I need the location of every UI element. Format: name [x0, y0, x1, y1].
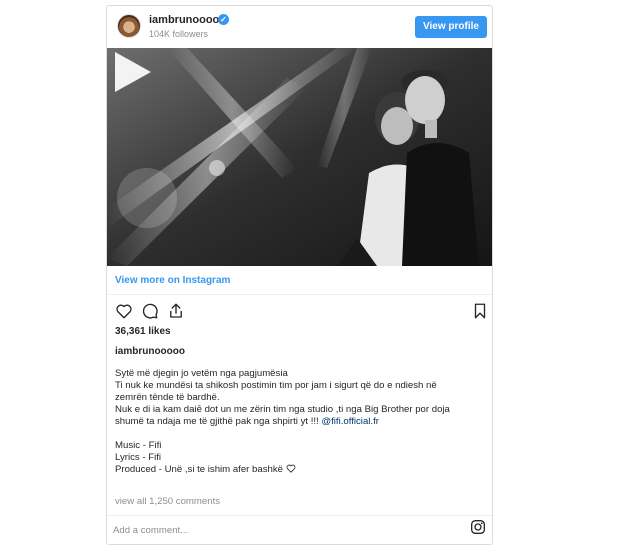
caption-line: Nuk e di ia kam daiē dot un me zërin tim…: [115, 404, 450, 415]
username[interactable]: iambrunooooo: [149, 14, 226, 26]
play-icon[interactable]: [107, 48, 155, 96]
avatar[interactable]: [117, 14, 141, 38]
post-owner[interactable]: iambrunooooo: [115, 346, 185, 357]
heart-icon[interactable]: [115, 302, 133, 320]
follower-count: 104K followers: [149, 29, 209, 39]
credit-line: Music - Fifi: [115, 440, 162, 451]
like-count[interactable]: 36,361 likes: [115, 326, 171, 337]
video-frame-image: [107, 48, 492, 266]
divider: [107, 294, 492, 295]
post-caption: Sytë më djegin jo vetëm nga pagjumësia T…: [115, 368, 487, 476]
share-icon[interactable]: [167, 302, 185, 320]
caption-text: shumë ta ndaja me të gjithë pak nga shpi…: [115, 416, 322, 427]
instagram-logo-icon[interactable]: [470, 519, 486, 535]
caption-line: zemrën tënde të bardhë.: [115, 392, 220, 403]
add-comment-input[interactable]: [113, 520, 453, 540]
bookmark-icon[interactable]: [471, 302, 489, 320]
credit-text: Produced - Unë ,si te ishim afer bashkë: [115, 464, 283, 475]
credit-line: Lyrics - Fifi: [115, 452, 162, 463]
caption-line: shumë ta ndaja me të gjithë pak nga shpi…: [115, 416, 487, 428]
instagram-embed-card: iambrunooooo ✓ 104K followers View profi…: [106, 5, 493, 545]
heart-outline-icon: [286, 464, 296, 473]
mention-link[interactable]: @fifi.official.fr: [321, 416, 379, 427]
view-more-link[interactable]: View more on Instagram: [115, 275, 230, 286]
verified-badge-icon: ✓: [218, 14, 229, 25]
view-profile-button[interactable]: View profile: [415, 16, 487, 38]
caption-line: Sytë më djegin jo vetëm nga pagjumësia: [115, 368, 288, 379]
post-header: iambrunooooo ✓ 104K followers View profi…: [107, 6, 492, 48]
credit-line: Produced - Unë ,si te ishim afer bashkë: [115, 464, 487, 476]
video-thumbnail[interactable]: [107, 48, 492, 266]
caption-line: Ti nuk ke mundësi ta shikosh postimin ti…: [115, 380, 437, 391]
comment-icon[interactable]: [141, 302, 159, 320]
view-all-comments-link[interactable]: view all 1,250 comments: [115, 496, 220, 507]
divider: [107, 515, 492, 516]
